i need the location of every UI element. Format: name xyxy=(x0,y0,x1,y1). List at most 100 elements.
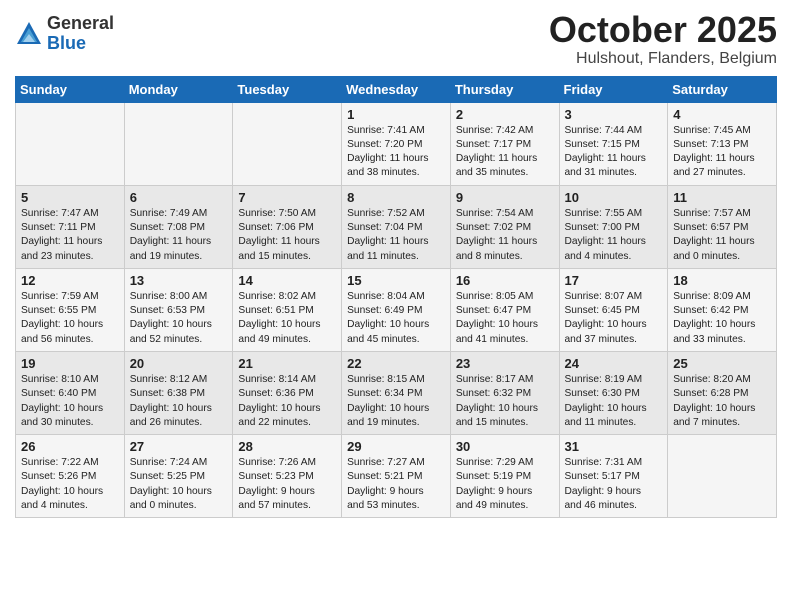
cell-w3-d4: 15 Sunrise: 8:04 AM Sunset: 6:49 PM Dayli… xyxy=(342,268,451,351)
week-row-2: 5Sunrise: 7:47 AM Sunset: 7:11 PM Daylig… xyxy=(16,185,777,268)
day-number: 4 xyxy=(673,107,771,122)
cell-w4-d2: 20Sunrise: 8:12 AM Sunset: 6:38 PM Dayli… xyxy=(124,351,233,434)
cell-w1-d7: 4 Sunrise: 7:45 AM Sunset: 7:13 PM Daylig… xyxy=(668,102,777,185)
week-row-3: 12 Sunrise: 7:59 AM Sunset: 6:55 PM Dayli… xyxy=(16,268,777,351)
day-number: 2 xyxy=(456,107,554,122)
day-info: Sunrise: 8:19 AM Sunset: 6:30 PM Dayligh… xyxy=(565,373,663,430)
cell-w4-d6: 24 Sunrise: 8:19 AM Sunset: 6:30 PM Dayli… xyxy=(559,351,668,434)
day-number: 31 xyxy=(565,439,663,454)
cell-w4-d1: 19Sunrise: 8:10 AM Sunset: 6:40 PM Dayli… xyxy=(16,351,125,434)
header-monday: Monday xyxy=(124,76,233,102)
day-number: 11 xyxy=(673,190,771,205)
day-info: Sunrise: 7:45 AM Sunset: 7:13 PM Dayligh… xyxy=(673,124,771,181)
cell-w5-d1: 26 Sunrise: 7:22 AM Sunset: 5:26 PM Dayli… xyxy=(16,435,125,518)
cell-w4-d3: 21 Sunrise: 8:14 AM Sunset: 6:36 PM Dayli… xyxy=(233,351,342,434)
cell-w1-d4: 1Sunrise: 7:41 AM Sunset: 7:20 PM Daylig… xyxy=(342,102,451,185)
calendar-header: Sunday Monday Tuesday Wednesday Thursday… xyxy=(16,76,777,102)
calendar-body: 1Sunrise: 7:41 AM Sunset: 7:20 PM Daylig… xyxy=(16,102,777,518)
day-number: 12 xyxy=(21,273,119,288)
header-thursday: Thursday xyxy=(450,76,559,102)
day-info: Sunrise: 7:27 AM Sunset: 5:21 PM Dayligh… xyxy=(347,456,445,513)
day-info: Sunrise: 8:00 AM Sunset: 6:53 PM Dayligh… xyxy=(130,290,228,347)
cell-w1-d2 xyxy=(124,102,233,185)
day-info: Sunrise: 7:44 AM Sunset: 7:15 PM Dayligh… xyxy=(565,124,663,181)
day-number: 21 xyxy=(238,356,336,371)
day-number: 7 xyxy=(238,190,336,205)
cell-w1-d1 xyxy=(16,102,125,185)
cell-w5-d6: 31 Sunrise: 7:31 AM Sunset: 5:17 PM Dayli… xyxy=(559,435,668,518)
day-number: 6 xyxy=(130,190,228,205)
day-info: Sunrise: 8:20 AM Sunset: 6:28 PM Dayligh… xyxy=(673,373,771,430)
day-info: Sunrise: 7:26 AM Sunset: 5:23 PM Dayligh… xyxy=(238,456,336,513)
day-info: Sunrise: 7:52 AM Sunset: 7:04 PM Dayligh… xyxy=(347,207,445,264)
cell-w5-d7 xyxy=(668,435,777,518)
day-number: 19 xyxy=(21,356,119,371)
header-wednesday: Wednesday xyxy=(342,76,451,102)
cell-w5-d3: 28 Sunrise: 7:26 AM Sunset: 5:23 PM Dayli… xyxy=(233,435,342,518)
day-info: Sunrise: 7:31 AM Sunset: 5:17 PM Dayligh… xyxy=(565,456,663,513)
day-number: 27 xyxy=(130,439,228,454)
day-number: 14 xyxy=(238,273,336,288)
title-block: October 2025 Hulshout, Flanders, Belgium xyxy=(549,10,777,68)
cell-w4-d4: 22 Sunrise: 8:15 AM Sunset: 6:34 PM Dayli… xyxy=(342,351,451,434)
cell-w5-d5: 30 Sunrise: 7:29 AM Sunset: 5:19 PM Dayli… xyxy=(450,435,559,518)
cell-w2-d6: 10 Sunrise: 7:55 AM Sunset: 7:00 PM Dayli… xyxy=(559,185,668,268)
logo-general: General xyxy=(47,14,114,34)
cell-w4-d5: 23 Sunrise: 8:17 AM Sunset: 6:32 PM Dayli… xyxy=(450,351,559,434)
week-row-4: 19Sunrise: 8:10 AM Sunset: 6:40 PM Dayli… xyxy=(16,351,777,434)
day-info: Sunrise: 7:59 AM Sunset: 6:55 PM Dayligh… xyxy=(21,290,119,347)
day-info: Sunrise: 7:49 AM Sunset: 7:08 PM Dayligh… xyxy=(130,207,228,264)
cell-w5-d2: 27 Sunrise: 7:24 AM Sunset: 5:25 PM Dayli… xyxy=(124,435,233,518)
cell-w3-d6: 17Sunrise: 8:07 AM Sunset: 6:45 PM Dayli… xyxy=(559,268,668,351)
day-info: Sunrise: 7:47 AM Sunset: 7:11 PM Dayligh… xyxy=(21,207,119,264)
logo-icon xyxy=(15,20,43,48)
day-info: Sunrise: 7:24 AM Sunset: 5:25 PM Dayligh… xyxy=(130,456,228,513)
day-info: Sunrise: 8:15 AM Sunset: 6:34 PM Dayligh… xyxy=(347,373,445,430)
day-info: Sunrise: 7:22 AM Sunset: 5:26 PM Dayligh… xyxy=(21,456,119,513)
day-info: Sunrise: 7:29 AM Sunset: 5:19 PM Dayligh… xyxy=(456,456,554,513)
cell-w2-d1: 5Sunrise: 7:47 AM Sunset: 7:11 PM Daylig… xyxy=(16,185,125,268)
day-info: Sunrise: 8:14 AM Sunset: 6:36 PM Dayligh… xyxy=(238,373,336,430)
cell-w3-d2: 13Sunrise: 8:00 AM Sunset: 6:53 PM Dayli… xyxy=(124,268,233,351)
day-info: Sunrise: 7:54 AM Sunset: 7:02 PM Dayligh… xyxy=(456,207,554,264)
day-info: Sunrise: 7:50 AM Sunset: 7:06 PM Dayligh… xyxy=(238,207,336,264)
header-saturday: Saturday xyxy=(668,76,777,102)
day-number: 16 xyxy=(456,273,554,288)
cell-w4-d7: 25Sunrise: 8:20 AM Sunset: 6:28 PM Dayli… xyxy=(668,351,777,434)
day-number: 17 xyxy=(565,273,663,288)
cell-w2-d7: 11 Sunrise: 7:57 AM Sunset: 6:57 PM Dayli… xyxy=(668,185,777,268)
cell-w5-d4: 29 Sunrise: 7:27 AM Sunset: 5:21 PM Dayli… xyxy=(342,435,451,518)
day-info: Sunrise: 7:57 AM Sunset: 6:57 PM Dayligh… xyxy=(673,207,771,264)
day-info: Sunrise: 7:42 AM Sunset: 7:17 PM Dayligh… xyxy=(456,124,554,181)
header-tuesday: Tuesday xyxy=(233,76,342,102)
day-number: 26 xyxy=(21,439,119,454)
week-row-1: 1Sunrise: 7:41 AM Sunset: 7:20 PM Daylig… xyxy=(16,102,777,185)
cell-w2-d3: 7 Sunrise: 7:50 AM Sunset: 7:06 PM Daylig… xyxy=(233,185,342,268)
day-info: Sunrise: 7:55 AM Sunset: 7:00 PM Dayligh… xyxy=(565,207,663,264)
header-friday: Friday xyxy=(559,76,668,102)
cell-w2-d5: 9Sunrise: 7:54 AM Sunset: 7:02 PM Daylig… xyxy=(450,185,559,268)
day-number: 28 xyxy=(238,439,336,454)
page: General Blue October 2025 Hulshout, Flan… xyxy=(0,0,792,612)
header-sunday: Sunday xyxy=(16,76,125,102)
day-number: 30 xyxy=(456,439,554,454)
cell-w2-d2: 6 Sunrise: 7:49 AM Sunset: 7:08 PM Daylig… xyxy=(124,185,233,268)
day-number: 22 xyxy=(347,356,445,371)
day-info: Sunrise: 8:17 AM Sunset: 6:32 PM Dayligh… xyxy=(456,373,554,430)
day-info: Sunrise: 8:02 AM Sunset: 6:51 PM Dayligh… xyxy=(238,290,336,347)
logo-blue: Blue xyxy=(47,34,114,54)
day-number: 8 xyxy=(347,190,445,205)
day-info: Sunrise: 8:12 AM Sunset: 6:38 PM Dayligh… xyxy=(130,373,228,430)
day-number: 3 xyxy=(565,107,663,122)
day-number: 10 xyxy=(565,190,663,205)
cell-w3-d3: 14 Sunrise: 8:02 AM Sunset: 6:51 PM Dayli… xyxy=(233,268,342,351)
day-info: Sunrise: 8:09 AM Sunset: 6:42 PM Dayligh… xyxy=(673,290,771,347)
day-number: 15 xyxy=(347,273,445,288)
day-number: 24 xyxy=(565,356,663,371)
cell-w3-d7: 18Sunrise: 8:09 AM Sunset: 6:42 PM Dayli… xyxy=(668,268,777,351)
day-number: 23 xyxy=(456,356,554,371)
cell-w3-d1: 12 Sunrise: 7:59 AM Sunset: 6:55 PM Dayli… xyxy=(16,268,125,351)
day-info: Sunrise: 8:05 AM Sunset: 6:47 PM Dayligh… xyxy=(456,290,554,347)
day-info: Sunrise: 8:04 AM Sunset: 6:49 PM Dayligh… xyxy=(347,290,445,347)
day-number: 29 xyxy=(347,439,445,454)
